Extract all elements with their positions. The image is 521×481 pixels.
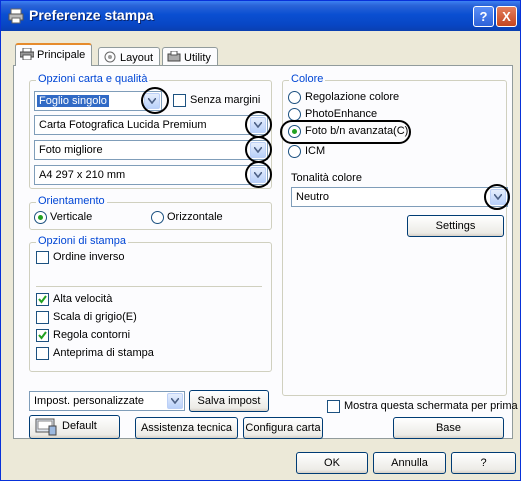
color-legend: Colore [289,73,326,85]
tone-combo[interactable]: Neutro [291,187,508,207]
media-type-combo[interactable]: Carta Fotografica Lucida Premium [34,115,268,135]
settings-button[interactable]: Settings [407,215,504,237]
default-button[interactable]: Default [29,415,120,439]
preferences-window: Preferenze stampa ? X Principale Layout … [0,0,521,481]
utility-icon [167,51,181,62]
grayscale-label: Scala di grigio(E) [53,311,137,323]
basic-button[interactable]: Base [393,417,504,439]
highlight-circle [245,111,272,138]
configure-paper-button[interactable]: Configura carta [243,417,323,439]
tab-utility-label: Utility [184,52,211,64]
reverse-order-checkbox[interactable] [36,251,49,264]
check-icon [38,295,47,304]
borderless-label: Senza margini [190,94,261,106]
edge-smoothing-label: Regola contorni [53,329,131,341]
paper-source-value: Foglio singolo [37,95,109,107]
quality-value: Foto migliore [39,144,103,156]
photoenhance-label: PhotoEnhance [305,108,378,120]
show-first-label: Mostra questa schermata per prima [344,400,518,412]
show-first-checkbox[interactable] [327,400,340,413]
quality-combo[interactable]: Foto migliore [34,140,268,160]
tab-layout[interactable]: Layout [98,47,161,67]
edge-smoothing-checkbox[interactable] [36,329,49,342]
icm-radio[interactable] [288,145,301,158]
chevron-down-icon[interactable] [167,393,183,409]
portrait-radio[interactable] [34,211,47,224]
highlight-oval [280,120,411,144]
highlight-circle [245,161,272,188]
highlight-circle [484,184,510,210]
tone-label: Tonalità colore [291,172,362,184]
tech-support-button[interactable]: Assistenza tecnica [135,417,238,439]
print-preview-checkbox[interactable] [36,347,49,360]
cancel-button[interactable]: Annulla [373,452,446,474]
help-title-button[interactable]: ? [473,6,494,27]
print-preview-label: Anteprima di stampa [53,347,154,359]
check-icon [38,331,47,340]
color-adjust-radio[interactable] [288,91,301,104]
tone-value: Neutro [296,191,330,203]
tab-utility[interactable]: Utility [162,47,218,67]
printer-icon [20,48,34,60]
tab-principale[interactable]: Principale [15,43,93,66]
paper-size-value: A4 297 x 210 mm [39,169,126,181]
landscape-label: Orizzontale [167,211,223,223]
high-speed-label: Alta velocità [53,293,113,305]
highlight-circle [245,136,272,163]
media-type-value: Carta Fotografica Lucida Premium [39,119,207,131]
title-bar[interactable]: Preferenze stampa ? X [1,1,520,31]
save-settings-button[interactable]: Salva impost [189,390,269,412]
high-speed-checkbox[interactable] [36,293,49,306]
paper-options-legend: Opzioni carta e qualità [36,73,150,85]
reverse-order-label: Ordine inverso [53,251,125,263]
ok-button[interactable]: OK [296,452,368,474]
default-label: Default [62,420,97,432]
print-options-legend: Opzioni di stampa [36,235,129,247]
grayscale-checkbox[interactable] [36,311,49,324]
custom-settings-combo[interactable]: Impost. personalizzate [29,391,185,411]
color-adjust-label: Regolazione colore [305,91,400,103]
printer-icon [8,8,24,24]
icm-label: ICM [305,145,326,157]
layout-icon [104,51,116,63]
help-button[interactable]: ? [451,452,516,474]
tab-principale-label: Principale [37,49,86,61]
highlight-circle [141,87,169,114]
separator [36,286,262,287]
close-title-button[interactable]: X [496,6,517,27]
landscape-radio[interactable] [151,211,164,224]
tab-layout-label: Layout [120,52,154,64]
window-title: Preferenze stampa [29,7,154,23]
portrait-label: Verticale [50,211,93,223]
default-icon [35,418,57,436]
custom-settings-value: Impost. personalizzate [34,395,145,407]
orientation-legend: Orientamento [36,195,107,207]
borderless-checkbox[interactable] [173,94,186,107]
paper-size-combo[interactable]: A4 297 x 210 mm [34,165,268,185]
